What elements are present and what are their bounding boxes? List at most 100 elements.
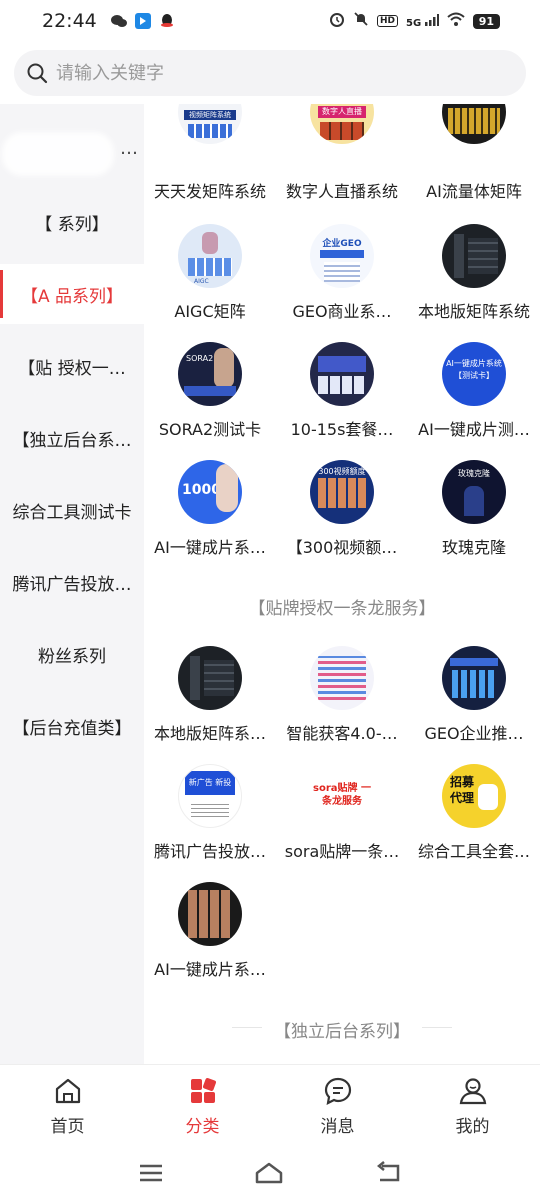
product-thumbnail bbox=[442, 646, 506, 710]
product-thumbnail: 新广告 新投放 bbox=[178, 764, 242, 828]
sidebar-item-label: … bbox=[120, 138, 138, 159]
thumb-decoration bbox=[318, 356, 366, 372]
home-icon bbox=[55, 1078, 80, 1103]
thumb-decoration bbox=[452, 670, 496, 698]
product-label: 综合工具全套… bbox=[417, 842, 530, 861]
product-label: AIGC矩阵 bbox=[174, 302, 246, 321]
sidebar-item-1[interactable]: 【 系列】 bbox=[0, 192, 144, 252]
thumb-decoration bbox=[450, 658, 498, 666]
sidebar-item-8[interactable]: 【后台充值类】 bbox=[0, 696, 144, 756]
qq-icon bbox=[159, 13, 175, 29]
product-thumbnail bbox=[442, 104, 506, 144]
search-icon bbox=[27, 63, 48, 84]
thumb-caption: sora贴牌 一条龙服务 bbox=[313, 783, 371, 807]
sidebar-item-7[interactable]: 粉丝系列 bbox=[0, 624, 144, 684]
section-title: 【贴牌授权一条龙服务】 bbox=[248, 599, 436, 619]
product-label: 玫瑰克隆 bbox=[441, 538, 506, 557]
sidebar-item-label: 【A 品系列】 bbox=[20, 286, 124, 307]
status-bar: 22:44 HD 5G 91 bbox=[0, 0, 540, 42]
menu-icon[interactable] bbox=[136, 1160, 166, 1186]
tab-label: 分类 bbox=[185, 1116, 220, 1137]
notification-icons bbox=[110, 13, 175, 29]
product-thumbnail: 视频矩阵系统 bbox=[178, 104, 242, 144]
thumb-caption: 企业GEO bbox=[322, 239, 362, 249]
thumb-decoration bbox=[454, 234, 464, 278]
category-icon bbox=[190, 1077, 216, 1103]
sidebar-item-3[interactable]: 【贴 授权一… bbox=[0, 336, 144, 396]
message-icon bbox=[324, 1077, 351, 1105]
thumb-decoration bbox=[464, 486, 484, 516]
home-nav-icon[interactable] bbox=[254, 1160, 284, 1186]
product-label: 本地版矩阵系… bbox=[153, 724, 266, 743]
hd-badge: HD bbox=[377, 15, 399, 27]
product-thumbnail: sora贴牌 一条龙服务 bbox=[310, 764, 374, 828]
thumb-decoration bbox=[188, 258, 232, 276]
thumb-caption: 视频矩阵系统 bbox=[184, 110, 236, 120]
tab-category[interactable]: 分类 bbox=[135, 1065, 270, 1147]
network-type: 5G bbox=[406, 17, 422, 29]
product-content: 视频矩阵系统 天天发矩阵系统 数字人直播 数字人直播系统 AI流量体矩阵 AIG… bbox=[144, 104, 540, 1064]
thumb-decoration bbox=[191, 801, 229, 817]
product-label: 智能获客4.0-… bbox=[286, 724, 398, 743]
tab-mine[interactable]: 我的 bbox=[405, 1065, 540, 1147]
tab-label: 消息 bbox=[320, 1116, 355, 1137]
sidebar-item-label: 腾讯广告投放… bbox=[12, 574, 132, 595]
sidebar-item-6[interactable]: 腾讯广告投放… bbox=[0, 552, 144, 612]
product-label: 本地版矩阵系统 bbox=[417, 302, 530, 321]
sidebar-item-label: 粉丝系列 bbox=[38, 646, 106, 667]
sidebar-item-label: 综合工具测试卡 bbox=[12, 502, 132, 523]
product-thumbnail: 300视频额度 bbox=[310, 460, 374, 524]
thumb-caption: AI一键成片系统 【测试卡】 bbox=[446, 359, 502, 380]
bottom-tab-bar: 首页 分类 消息 我的 bbox=[0, 1064, 540, 1146]
tab-home[interactable]: 首页 bbox=[0, 1065, 135, 1147]
product-label: 数字人直播系统 bbox=[285, 182, 398, 201]
thumb-caption: 新广告 新投放 bbox=[185, 771, 235, 811]
thumb-caption: 招募 代理 bbox=[449, 775, 474, 805]
product-thumbnail: AIGC bbox=[178, 224, 242, 288]
sidebar-item-0[interactable]: … bbox=[0, 120, 144, 180]
product-label: AI一键成片系… bbox=[154, 960, 266, 979]
alarm-icon bbox=[329, 11, 345, 31]
product-thumbnail bbox=[178, 882, 242, 946]
tab-label: 我的 bbox=[455, 1116, 490, 1137]
search-bar[interactable] bbox=[14, 50, 526, 96]
search-input[interactable] bbox=[56, 62, 476, 84]
thumb-decoration bbox=[318, 478, 366, 508]
thumb-decoration bbox=[190, 656, 200, 700]
thumb-caption: 数字人直播 bbox=[318, 106, 366, 118]
thumb-decoration bbox=[214, 348, 234, 388]
product-label: SORA2测试卡 bbox=[158, 420, 262, 439]
product-label: AI一键成片测… bbox=[418, 420, 530, 439]
status-time: 22:44 bbox=[42, 10, 97, 32]
product-label: sora贴牌一条… bbox=[284, 842, 400, 861]
app-notification-icon bbox=[134, 13, 151, 29]
sidebar-item-5[interactable]: 综合工具测试卡 bbox=[0, 480, 144, 540]
thumb-caption: 300视频额度 bbox=[318, 467, 366, 476]
system-navigation-bar bbox=[0, 1146, 540, 1204]
product-thumbnail: 企业GEO bbox=[310, 224, 374, 288]
wifi-icon bbox=[447, 12, 465, 30]
section-title: 【独立后台系列】 bbox=[274, 1022, 410, 1042]
category-sidebar: … 【 系列】 【A 品系列】 【贴 授权一… 【独立后台系… 综合工具测试卡 … bbox=[0, 104, 144, 1064]
sidebar-item-2[interactable]: 【A 品系列】 bbox=[0, 264, 144, 324]
thumb-decoration bbox=[324, 262, 360, 282]
thumb-decoration bbox=[216, 464, 238, 512]
sidebar-item-label: 【 系列】 bbox=[35, 214, 109, 235]
thumb-decoration bbox=[184, 386, 236, 396]
product-thumbnail bbox=[310, 342, 374, 406]
sidebar-item-label: 【贴 授权一… bbox=[18, 358, 126, 379]
thumb-decoration bbox=[202, 232, 218, 254]
wechat-icon bbox=[110, 13, 127, 29]
thumb-decoration bbox=[318, 376, 366, 394]
tab-message[interactable]: 消息 bbox=[270, 1065, 405, 1147]
product-thumbnail bbox=[310, 646, 374, 710]
thumb-decoration bbox=[320, 250, 364, 258]
user-icon bbox=[459, 1077, 486, 1104]
product-thumbnail: AI一键成片系统 【测试卡】 bbox=[442, 342, 506, 406]
product-label: 【300视频额… bbox=[286, 538, 398, 557]
back-icon[interactable] bbox=[374, 1160, 404, 1186]
product-label: AI一键成片系… bbox=[154, 538, 266, 557]
sidebar-item-4[interactable]: 【独立后台系… bbox=[0, 408, 144, 468]
product-label: 天天发矩阵系统 bbox=[153, 182, 266, 201]
thumb-caption: SORA2 bbox=[186, 354, 214, 363]
